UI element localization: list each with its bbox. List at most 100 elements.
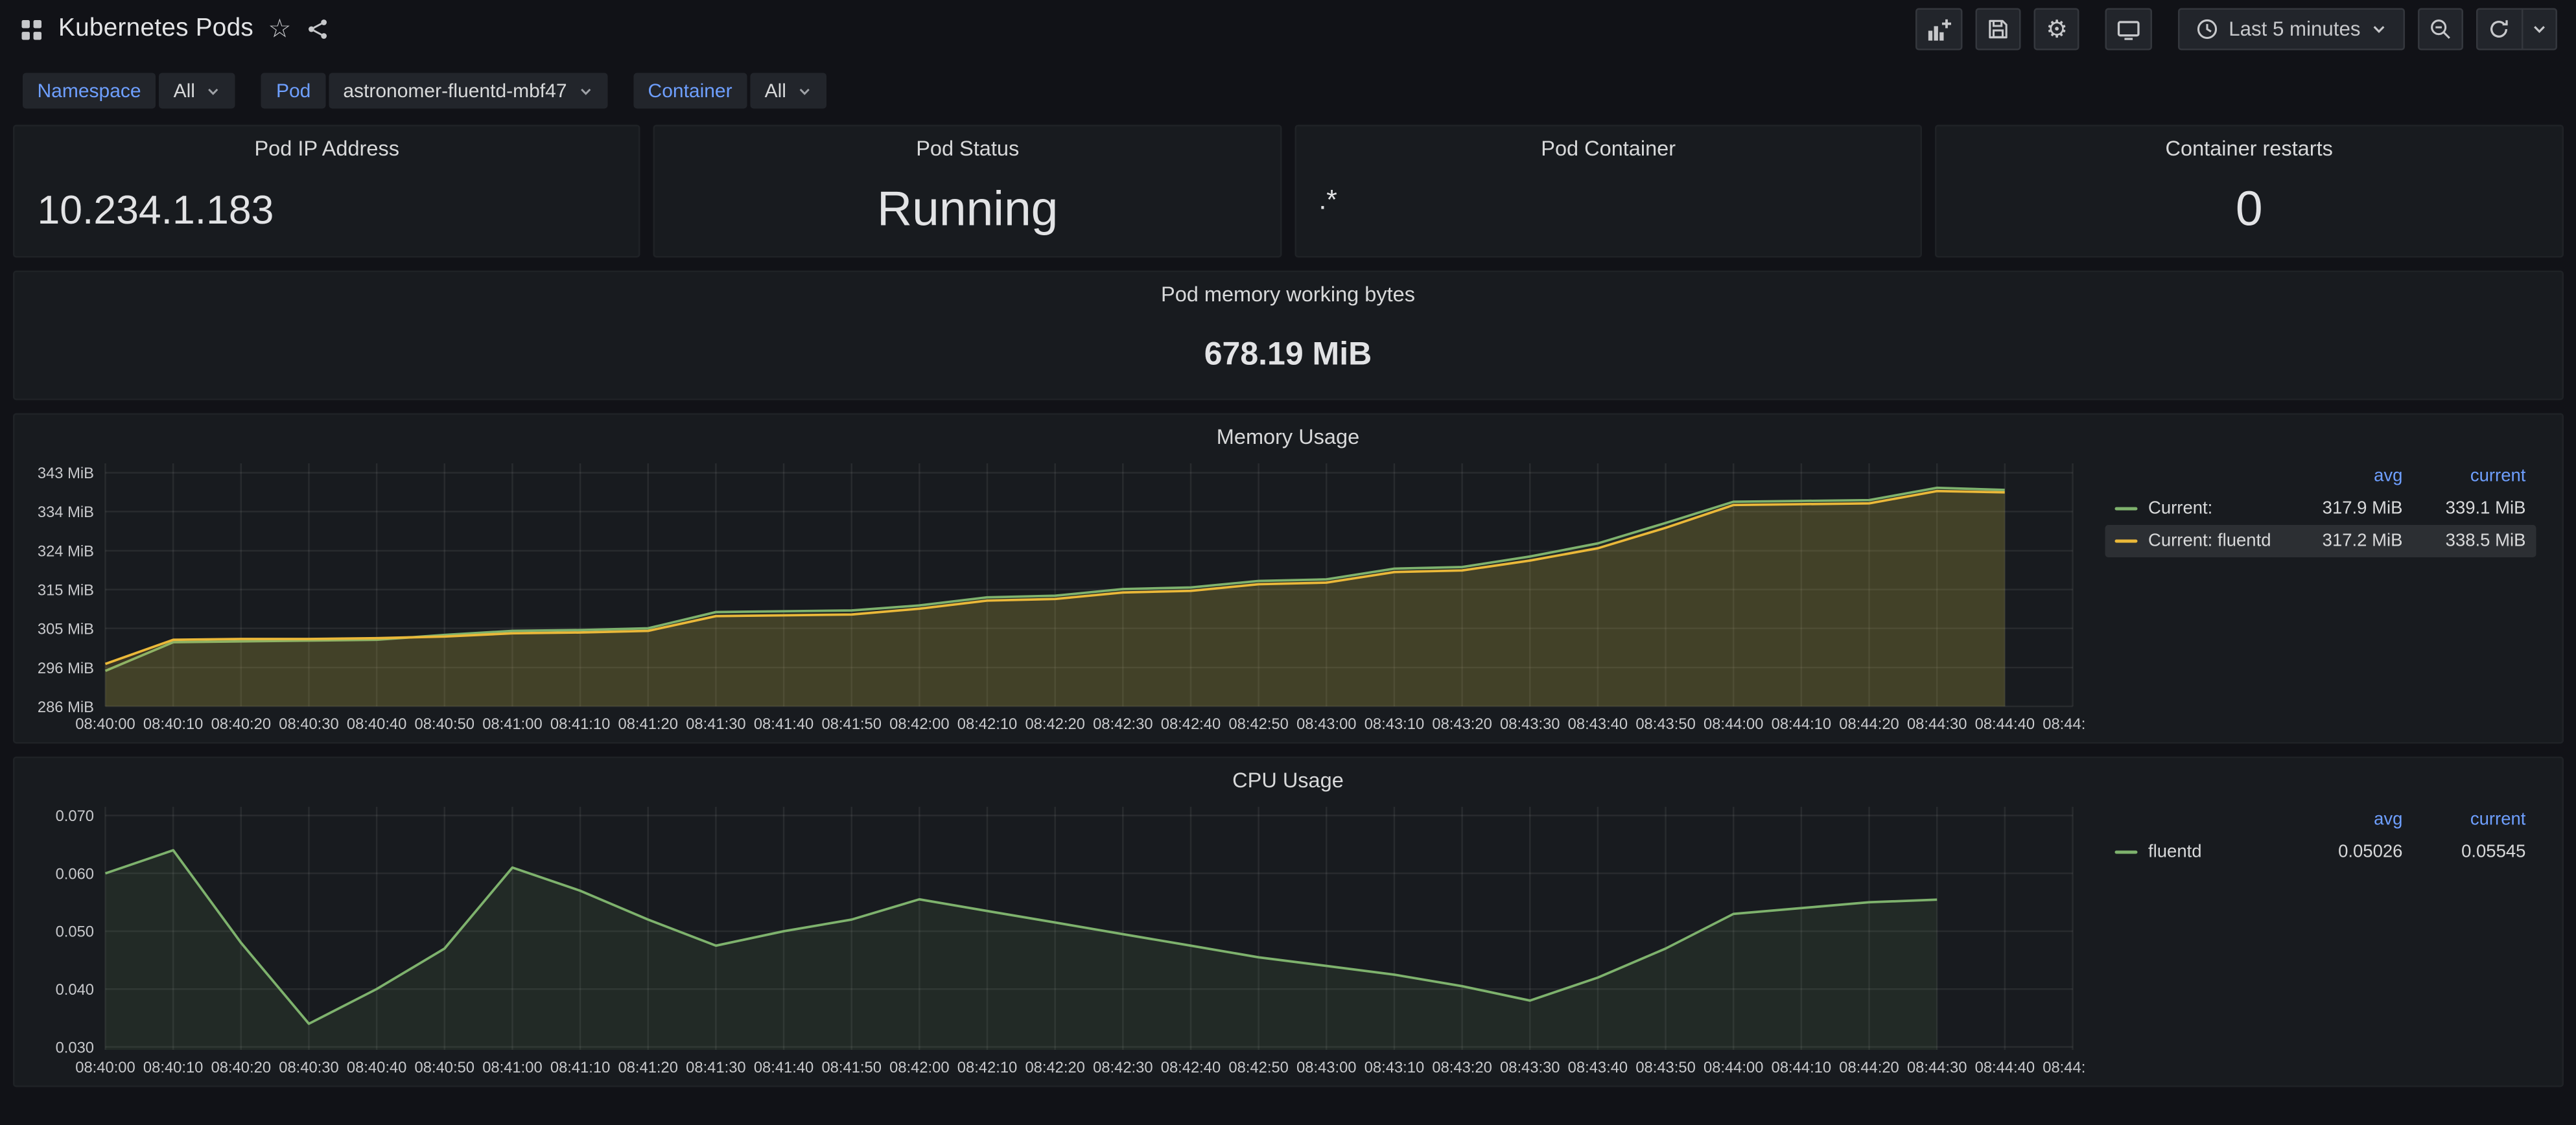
x-axis-label: 08:41:00 — [482, 1059, 542, 1076]
panel-title[interactable]: CPU Usage — [15, 758, 2562, 797]
chevron-down-icon — [578, 84, 593, 99]
variable-namespace: Namespace All — [23, 73, 235, 109]
x-axis-label: 08:44:20 — [1839, 1059, 1899, 1076]
x-axis-label: 08:41:40 — [754, 715, 814, 733]
series-name: fluentd — [2148, 840, 2202, 864]
chevron-down-icon — [2370, 21, 2386, 38]
x-axis-label: 08:41:10 — [550, 715, 610, 733]
kiosk-mode-button[interactable] — [2105, 8, 2153, 51]
zoom-out-icon — [2428, 18, 2451, 41]
x-axis-label: 08:42:40 — [1161, 1059, 1221, 1076]
memory-usage-plot[interactable]: 08:40:0008:40:1008:40:2008:40:3008:40:40… — [25, 454, 2085, 736]
y-axis-label: 286 MiB — [38, 699, 94, 716]
pod-status-panel: Pod Status Running — [653, 125, 1282, 258]
x-axis-label: 08:41:30 — [686, 1059, 745, 1076]
x-axis-label: 08:42:30 — [1093, 715, 1153, 733]
variable-namespace-select[interactable]: All — [159, 73, 235, 109]
variable-label: Container — [633, 73, 747, 109]
stat-value: 0 — [1937, 165, 2562, 256]
cpu-usage-panel: CPU Usage 08:40:0008:40:1008:40:2008:40:… — [13, 757, 2563, 1087]
share-icon[interactable] — [306, 18, 329, 41]
memory-usage-legend: avgcurrent Current:317.9 MiB339.1 MiBCurr… — [2085, 454, 2551, 736]
x-axis-label: 08:43:30 — [1500, 1059, 1560, 1076]
cpu-usage-legend: avgcurrentfluentd0.050260.05545 — [2085, 797, 2551, 1079]
x-axis-label: 08:44:00 — [1704, 1059, 1763, 1076]
x-axis-label: 08:40:20 — [211, 715, 271, 733]
x-axis-label: 08:42:50 — [1228, 715, 1288, 733]
y-axis-label: 0.050 — [56, 923, 94, 941]
dashboard-grid: Pod IP Address 10.234.1.183 Pod Status R… — [0, 125, 2576, 1087]
x-axis-label: 08:43:50 — [1635, 715, 1695, 733]
series-marker-icon — [2114, 540, 2137, 543]
legend-column-current[interactable]: current — [2402, 464, 2525, 489]
add-panel-button[interactable] — [1916, 8, 1963, 51]
x-axis-label: 08:43:30 — [1500, 715, 1560, 733]
container-restarts-panel: Container restarts 0 — [1935, 125, 2563, 258]
dashboard-title: Kubernetes Pods — [58, 15, 253, 44]
panel-title[interactable]: Pod IP Address — [15, 126, 639, 165]
dashboard-settings-button[interactable]: ⚙ — [2034, 8, 2079, 51]
zoom-out-button[interactable] — [2417, 8, 2463, 51]
time-range-picker[interactable]: Last 5 minutes — [2179, 8, 2404, 51]
star-icon[interactable]: ☆ — [268, 16, 292, 42]
legend-row[interactable]: fluentd0.050260.05545 — [2104, 836, 2535, 868]
clock-icon — [2196, 18, 2219, 41]
y-axis-label: 315 MiB — [38, 581, 94, 599]
x-axis-label: 08:43:00 — [1296, 715, 1356, 733]
x-axis-label: 08:40:00 — [75, 715, 135, 733]
x-axis-label: 08:44:00 — [1704, 715, 1763, 733]
x-axis-label: 08:44:20 — [1839, 715, 1899, 733]
panel-title[interactable]: Container restarts — [1937, 126, 2562, 165]
panel-title[interactable]: Memory Usage — [15, 415, 2562, 454]
pod-memory-working-bytes-panel: Pod memory working bytes 678.19 MiB — [13, 271, 2563, 400]
save-dashboard-button[interactable] — [1976, 8, 2021, 51]
panel-title[interactable]: Pod Status — [655, 126, 1280, 165]
series-name: Current: — [2148, 496, 2212, 521]
stat-value: .* — [1296, 156, 1920, 246]
apps-grid-icon[interactable] — [19, 17, 44, 41]
memory-usage-panel: Memory Usage 08:40:0008:40:1008:40:2008:… — [13, 413, 2563, 744]
x-axis-label: 08:42:50 — [1228, 1059, 1288, 1076]
legend-value-current: 0.05545 — [2402, 840, 2525, 864]
variable-value: All — [765, 80, 786, 102]
variable-container-select[interactable]: All — [750, 73, 826, 109]
legend-column-current[interactable]: current — [2402, 807, 2525, 832]
x-axis-label: 08:41:00 — [482, 715, 542, 733]
x-axis-label: 08:41:20 — [618, 715, 678, 733]
add-panel-icon — [1927, 17, 1952, 41]
x-axis-label: 08:40:30 — [279, 1059, 338, 1076]
legend-header: avgcurrent — [2104, 804, 2535, 836]
legend-row[interactable]: Current: fluentd317.2 MiB338.5 MiB — [2104, 525, 2535, 557]
cpu-usage-plot[interactable]: 08:40:0008:40:1008:40:2008:40:3008:40:40… — [25, 797, 2085, 1079]
variable-pod: Pod astronomer-fluentd-mbf47 — [261, 73, 607, 109]
y-axis-label: 305 MiB — [38, 620, 94, 638]
variable-pod-select[interactable]: astronomer-fluentd-mbf47 — [329, 73, 607, 109]
refresh-button[interactable] — [2476, 8, 2521, 51]
panel-title[interactable]: Pod memory working bytes — [15, 272, 2562, 311]
x-axis-label: 08:44:40 — [1975, 1059, 2035, 1076]
time-range-label: Last 5 minutes — [2229, 18, 2360, 41]
tv-icon — [2117, 17, 2142, 41]
refresh-interval-dropdown[interactable] — [2521, 8, 2557, 51]
x-axis-label: 08:44:30 — [1907, 715, 1967, 733]
y-axis-label: 0.070 — [56, 807, 94, 825]
legend-column-avg[interactable]: avg — [2279, 464, 2402, 489]
x-axis-label: 08:42:10 — [957, 715, 1017, 733]
stat-value: Running — [655, 165, 1280, 256]
x-axis-label: 08:42:00 — [889, 1059, 949, 1076]
x-axis-label: 08:44:40 — [1975, 715, 2035, 733]
chart-canvas[interactable]: 08:40:0008:40:1008:40:2008:40:3008:40:40… — [25, 454, 2086, 736]
legend-row[interactable]: Current:317.9 MiB339.1 MiB — [2104, 493, 2535, 525]
x-axis-label: 08:40:00 — [75, 1059, 135, 1076]
legend-column-avg[interactable]: avg — [2279, 807, 2402, 832]
x-axis-label: 08:43:10 — [1364, 715, 1424, 733]
topbar: Kubernetes Pods ☆ ⚙ — [0, 0, 2576, 58]
y-axis-label: 0.060 — [56, 865, 94, 883]
legend-value-avg: 317.2 MiB — [2279, 529, 2402, 553]
stats-row: Pod IP Address 10.234.1.183 Pod Status R… — [13, 125, 2563, 258]
x-axis-label: 08:44:10 — [1772, 715, 1831, 733]
chart-canvas[interactable]: 08:40:0008:40:1008:40:2008:40:3008:40:40… — [25, 797, 2086, 1079]
variable-container: Container All — [633, 73, 826, 109]
x-axis-label: 08:44:50 — [2043, 715, 2085, 733]
x-axis-label: 08:44:30 — [1907, 1059, 1967, 1076]
